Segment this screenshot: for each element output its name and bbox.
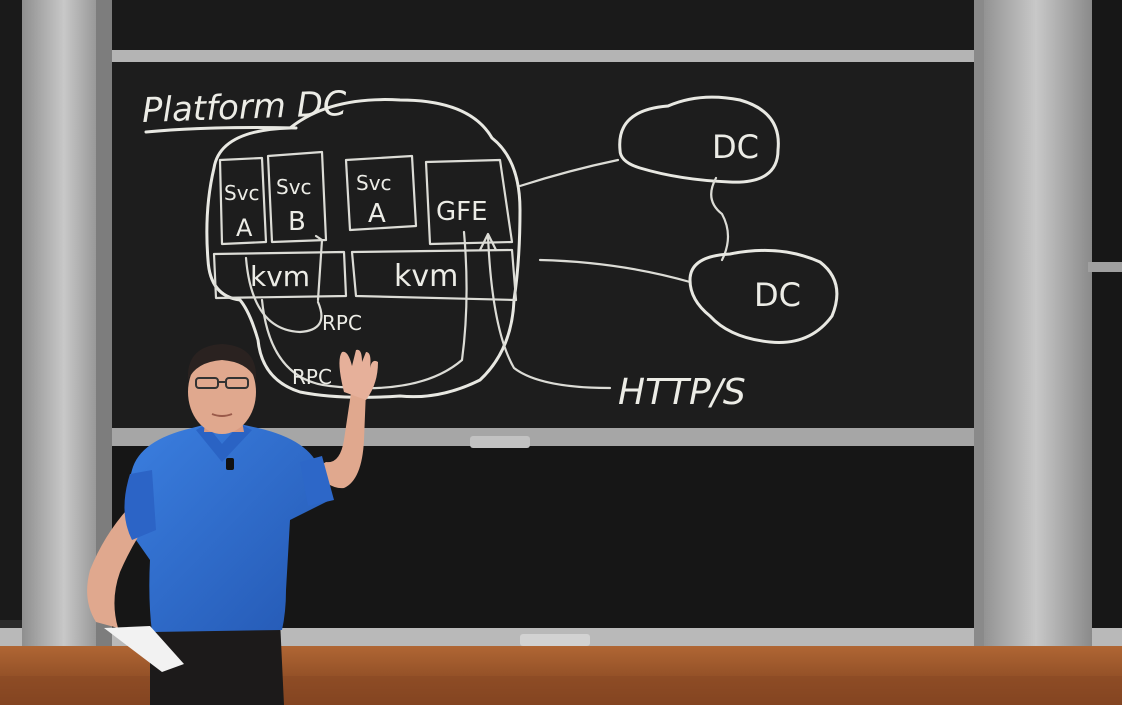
upper-chalkboard	[110, 0, 990, 58]
box-1-line1: Svc	[224, 181, 260, 205]
rpc-upper-label: RPC	[322, 311, 362, 335]
https-label: HTTP/S	[618, 372, 746, 413]
lecture-scene: Platform DC Svc A Svc B Svc A GFE kvm kv…	[0, 0, 1122, 705]
box-2-line2: B	[288, 207, 306, 237]
box-3-line2: A	[368, 199, 386, 229]
kvm-right-label: kvm	[394, 259, 458, 294]
rpc-lower-label: RPC	[292, 365, 332, 389]
dc-top-label: DC	[712, 128, 759, 166]
board-title: Platform DC	[141, 84, 347, 131]
left-pillar	[22, 0, 106, 650]
board-frame-top	[104, 50, 980, 62]
box-1-line2: A	[236, 214, 253, 242]
box-3-line1: Svc	[356, 171, 392, 195]
right-pillar	[980, 0, 1092, 670]
kvm-left-label: kvm	[250, 260, 310, 293]
dc-bottom-label: DC	[754, 276, 801, 314]
box-4-label: GFE	[436, 197, 488, 227]
box-2-line1: Svc	[276, 175, 312, 199]
